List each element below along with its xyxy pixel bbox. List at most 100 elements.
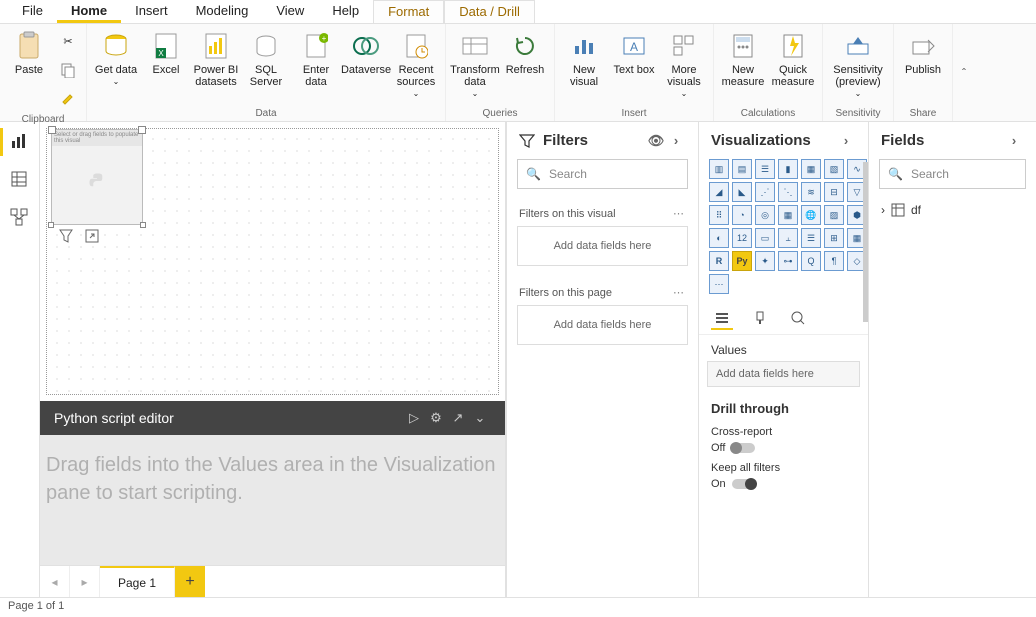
viz-qna[interactable]: Q — [801, 251, 821, 271]
tab-data-drill[interactable]: Data / Drill — [444, 0, 535, 23]
viz-filled-map[interactable]: ▨ — [824, 205, 844, 225]
excel-button[interactable]: XExcel — [141, 28, 191, 78]
new-visual-button[interactable]: New visual — [559, 28, 609, 90]
add-page-button[interactable]: + — [175, 566, 205, 597]
filters-view-toggle[interactable]: 👁 — [646, 133, 666, 149]
viz-key-influencers[interactable]: ✦ — [755, 251, 775, 271]
filters-title: Filters — [543, 132, 588, 149]
editor-popout-button[interactable]: ↗ — [447, 410, 469, 426]
fields-search-input[interactable]: 🔍 Search — [879, 159, 1026, 189]
page-next-button[interactable]: ▸ — [70, 566, 100, 597]
data-view-button[interactable] — [10, 170, 30, 190]
viz-area[interactable]: ◢ — [709, 182, 729, 202]
cut-button[interactable]: ✂ — [54, 30, 82, 56]
scissors-icon: ✂ — [58, 32, 78, 52]
keep-filters-toggle[interactable]: On — [711, 478, 756, 490]
viz-more[interactable]: ⋯ — [709, 274, 729, 294]
visual-focus-icon[interactable] — [85, 229, 101, 245]
viz-slicer[interactable]: ☰ — [801, 228, 821, 248]
visualizations-pane: Visualizations › ▥ ▤ ☰ ▮ ▦ ▧ ∿ ◢ ◣ ⋰ ⋱ ≋… — [698, 122, 868, 597]
ribbon: Paste ✂ Clipboard Get data⌄ XExcel Power… — [0, 24, 1036, 122]
editor-run-button[interactable]: ▷ — [403, 410, 425, 426]
viz-clustered-bar[interactable]: ☰ — [755, 159, 775, 179]
tab-view[interactable]: View — [262, 0, 318, 23]
viz-stacked-column[interactable]: ▤ — [732, 159, 752, 179]
text-box-button[interactable]: AText box — [609, 28, 659, 78]
table-icon — [891, 203, 905, 217]
tab-help[interactable]: Help — [318, 0, 373, 23]
viz-scatter[interactable]: ⠿ — [709, 205, 729, 225]
viz-format-tab[interactable] — [749, 308, 771, 330]
filters-collapse-button[interactable]: › — [666, 133, 686, 148]
paste-button[interactable]: Paste — [4, 28, 54, 78]
collapse-ribbon-button[interactable]: ˆ — [953, 24, 975, 121]
report-view-button[interactable] — [10, 132, 30, 152]
viz-ribbon[interactable]: ≋ — [801, 182, 821, 202]
viz-stacked-area[interactable]: ◣ — [732, 182, 752, 202]
viz-narrative[interactable]: ¶ — [824, 251, 844, 271]
viz-scrollbar[interactable] — [863, 162, 868, 322]
viz-line-stacked[interactable]: ⋰ — [755, 182, 775, 202]
filters-search-input[interactable]: 🔍 Search — [517, 159, 688, 189]
visual-filter-icon[interactable] — [59, 229, 75, 245]
tab-file[interactable]: File — [8, 0, 57, 23]
tab-modeling[interactable]: Modeling — [182, 0, 263, 23]
editor-title: Python script editor — [54, 410, 174, 426]
viz-waterfall[interactable]: ⊟ — [824, 182, 844, 202]
viz-analytics-tab[interactable] — [787, 308, 809, 330]
cross-report-toggle[interactable]: Off — [711, 442, 755, 454]
quick-measure-button[interactable]: Quick measure — [768, 28, 818, 90]
recent-sources-button[interactable]: Recent sources⌄ — [391, 28, 441, 102]
more-visuals-button[interactable]: More visuals⌄ — [659, 28, 709, 102]
copy-button[interactable] — [54, 58, 82, 84]
viz-table[interactable]: ⊞ — [824, 228, 844, 248]
page-tab-1[interactable]: Page 1 — [100, 566, 175, 597]
viz-collapse-button[interactable]: › — [836, 133, 856, 148]
viz-values-dropzone[interactable]: Add data fields here — [707, 361, 860, 387]
transform-data-button[interactable]: Transform data⌄ — [450, 28, 500, 102]
tab-insert[interactable]: Insert — [121, 0, 182, 23]
get-data-button[interactable]: Get data⌄ — [91, 28, 141, 90]
page-prev-button[interactable]: ◂ — [40, 566, 70, 597]
page-filters-more[interactable]: ⋯ — [673, 286, 686, 299]
page-filters-dropzone[interactable]: Add data fields here — [517, 305, 688, 345]
editor-settings-button[interactable]: ⚙ — [425, 410, 447, 426]
viz-kpi[interactable]: ⫠ — [778, 228, 798, 248]
viz-map[interactable]: 🌐 — [801, 205, 821, 225]
viz-card[interactable]: 12 — [732, 228, 752, 248]
sql-server-button[interactable]: SQL Server — [241, 28, 291, 90]
viz-donut[interactable]: ◎ — [755, 205, 775, 225]
viz-python[interactable]: Py — [732, 251, 752, 271]
viz-line-clustered[interactable]: ⋱ — [778, 182, 798, 202]
model-view-button[interactable] — [10, 208, 30, 228]
sensitivity-button[interactable]: Sensitivity (preview)⌄ — [827, 28, 889, 102]
viz-r[interactable]: R — [709, 251, 729, 271]
enter-data-button[interactable]: +Enter data — [291, 28, 341, 90]
tab-home[interactable]: Home — [57, 0, 121, 23]
pbi-datasets-button[interactable]: Power BI datasets — [191, 28, 241, 90]
refresh-button[interactable]: Refresh — [500, 28, 550, 78]
visual-filters-more[interactable]: ⋯ — [673, 207, 686, 220]
new-measure-button[interactable]: New measure — [718, 28, 768, 90]
viz-gauge[interactable]: ◐ — [709, 228, 729, 248]
editor-collapse-button[interactable]: ⌄ — [469, 410, 491, 426]
viz-pie[interactable]: ◔ — [732, 205, 752, 225]
viz-100-column[interactable]: ▧ — [824, 159, 844, 179]
fields-collapse-button[interactable]: › — [1004, 133, 1024, 148]
viz-fields-tab[interactable] — [711, 308, 733, 330]
viz-clustered-column[interactable]: ▮ — [778, 159, 798, 179]
viz-decomposition[interactable]: ⊶ — [778, 251, 798, 271]
format-painter-button[interactable] — [54, 86, 82, 112]
viz-100-bar[interactable]: ▦ — [801, 159, 821, 179]
viz-multi-card[interactable]: ▭ — [755, 228, 775, 248]
publish-button[interactable]: Publish — [898, 28, 948, 78]
report-canvas[interactable]: Select or drag fields to populate this v… — [46, 128, 499, 395]
svg-text:+: + — [322, 34, 327, 43]
viz-stacked-bar[interactable]: ▥ — [709, 159, 729, 179]
visual-filters-dropzone[interactable]: Add data fields here — [517, 226, 688, 266]
viz-treemap[interactable]: ▦ — [778, 205, 798, 225]
tab-format[interactable]: Format — [373, 0, 444, 23]
dataverse-button[interactable]: Dataverse — [341, 28, 391, 78]
python-visual-placeholder[interactable]: Select or drag fields to populate this v… — [51, 129, 143, 225]
fields-table-df[interactable]: › df — [869, 199, 1036, 221]
